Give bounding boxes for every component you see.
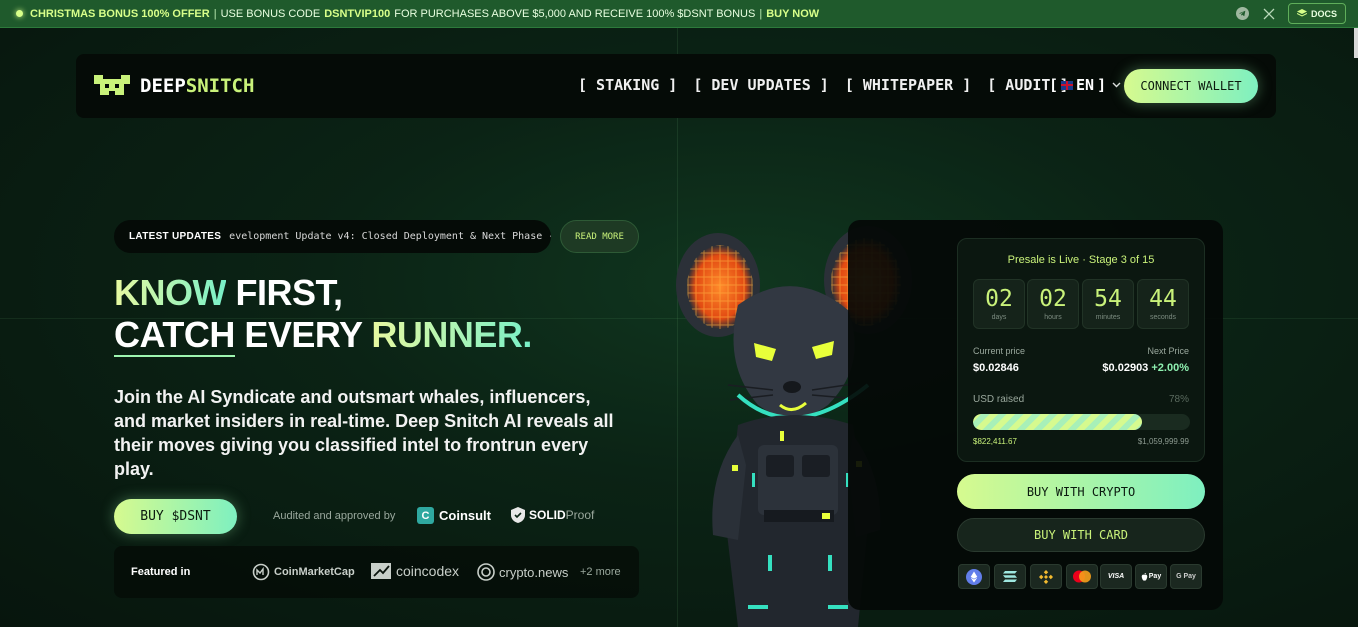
promo-banner: CHRISTMAS BONUS 100% OFFER | USE BONUS C… [0,0,1358,28]
read-more-button[interactable]: READ MORE [560,220,639,253]
raised-target: $1,059,999.99 [1137,437,1189,446]
coincodex-label: coincodex [396,563,460,579]
coincodex-icon [371,563,391,579]
headline-first: FIRST, [235,272,344,313]
countdown-hours: 02 hours [1027,279,1079,329]
hero-headline: KNOW FIRST, CATCH EVERY RUNNER. [114,272,532,357]
headline-catch: CATCH [114,314,235,357]
coinsult-label: Coinsult [439,508,491,523]
buy-dsnt-button[interactable]: BUY $DSNT [114,499,237,534]
countdown-days: 02 days [973,279,1025,329]
proof-label: Proof [565,508,595,522]
promo-code: DSNTVIP100 [324,7,391,20]
latest-updates-bar: LATEST UPDATES evelopment Update v4: Clo… [114,220,551,253]
raised-progress-fill [973,414,1143,430]
visa-icon: VISA [1100,564,1132,589]
solidproof-logo[interactable]: SOLIDProof [511,507,594,523]
docs-button[interactable]: DOCS [1287,3,1346,24]
navbar: DEEPSNITCH [ STAKING ] [ DEV UPDATES ] [… [76,54,1276,118]
crypto-news-logo[interactable]: crypto.news [477,563,568,581]
coinsult-icon: C [417,507,434,524]
next-price-label: Next Price [1147,346,1189,356]
logo[interactable]: DEEPSNITCH [94,73,254,99]
countdown-days-value: 02 [985,286,1013,312]
countdown-seconds: 44 seconds [1137,279,1189,329]
countdown-hours-unit: hours [1044,314,1062,321]
promo-separator-2: | [759,7,763,20]
promo-offer: CHRISTMAS BONUS 100% OFFER [30,7,210,20]
uk-flag-icon [1061,80,1074,90]
ethereum-icon [958,564,990,589]
raised-progress-bar [973,414,1190,430]
coincodex-logo[interactable]: coincodex [370,562,459,580]
promo-separator: | [213,7,217,20]
featured-in-bar: Featured in CoinMarketCap coincodex cryp… [114,546,639,598]
lang-code: EN [1076,76,1095,94]
connect-wallet-button[interactable]: CONNECT WALLET [1124,69,1258,103]
solana-icon [994,564,1026,589]
buy-with-crypto-button[interactable]: BUY WITH CRYPTO [957,474,1205,509]
docs-label: DOCS [1310,8,1337,19]
google-pay-icon: G Pay [1170,564,1202,589]
apple-pay-icon: Pay [1135,564,1167,589]
current-price-value: $0.02846 [973,362,1019,374]
featured-more[interactable]: +2 more [580,566,621,578]
countdown-minutes-value: 54 [1094,286,1122,312]
live-dot-icon [16,10,23,17]
language-selector[interactable]: [ EN ] [1049,76,1121,94]
nav-dev-updates[interactable]: [ DEV UPDATES ] [693,76,828,94]
presale-card: Presale is Live · Stage 3 of 15 02 days … [957,238,1205,462]
x-twitter-icon[interactable] [1262,7,1276,21]
updates-ticker[interactable]: evelopment Update v4: Closed Deployment … [229,231,551,242]
latest-updates-label: LATEST UPDATES [129,231,222,242]
crypto-news-icon [477,563,495,581]
telegram-icon[interactable] [1236,7,1250,21]
promo-text-a: USE BONUS CODE [220,7,321,20]
usd-raised-percent: 78% [1168,394,1189,405]
lang-bracket-open: [ [1049,76,1059,94]
mastercard-icon [1066,564,1098,589]
headline-runner: RUNNER. [371,314,532,355]
promo-buy-now-link[interactable]: BUY NOW [766,8,819,20]
countdown-days-unit: days [991,314,1007,321]
current-price-label: Current price [973,346,1026,356]
hero-description: Join the AI Syndicate and outsmart whale… [114,387,614,479]
bnb-icon [1030,564,1062,589]
headline-every: EVERY [244,314,362,355]
next-price: $0.02903 +2.00% [1102,362,1189,374]
countdown-seconds-unit: seconds [1149,314,1177,321]
coinmarketcap-label: CoinMarketCap [274,566,355,578]
promo-text-b: FOR PURCHASES ABOVE $5,000 AND RECEIVE 1… [394,7,756,20]
presale-title: Presale is Live · Stage 3 of 15 [1007,254,1155,266]
crypto-news-label: crypto.news [499,564,569,580]
mouse-logo-icon [94,75,130,95]
solid-label: SOLID [529,508,566,522]
apple-pay-label: Pay [1148,573,1162,580]
headline-know: KNOW [114,272,226,313]
countdown-minutes: 54 minutes [1082,279,1134,329]
chevron-down-icon [1112,82,1121,88]
logo-text-snitch: SNITCH [185,75,255,97]
nav-whitepaper[interactable]: [ WHITEPAPER ] [845,76,971,94]
audited-label: Audited and approved by [273,510,396,522]
next-price-change: +2.00% [1151,362,1189,374]
usd-raised-label: USD raised [973,394,1025,405]
countdown-seconds-value: 44 [1149,286,1177,312]
lang-bracket-close: ] [1097,76,1107,94]
buy-with-card-button[interactable]: BUY WITH CARD [957,518,1205,552]
shield-icon [511,507,525,523]
coinsult-logo[interactable]: C Coinsult [417,507,491,524]
nav-staking[interactable]: [ STAKING ] [578,76,677,94]
next-price-value: $0.02903 [1102,362,1149,374]
countdown-hours-value: 02 [1039,286,1067,312]
coinmarketcap-icon [252,563,270,581]
featured-label: Featured in [131,566,191,578]
countdown-minutes-unit: minutes [1095,314,1121,321]
scrollbar-thumb[interactable] [1354,28,1358,58]
docs-icon [1296,9,1307,17]
coinmarketcap-logo[interactable]: CoinMarketCap [252,563,355,581]
logo-text-deep: DEEP [140,75,186,97]
raised-amount: $822,411.67 [973,437,1017,446]
